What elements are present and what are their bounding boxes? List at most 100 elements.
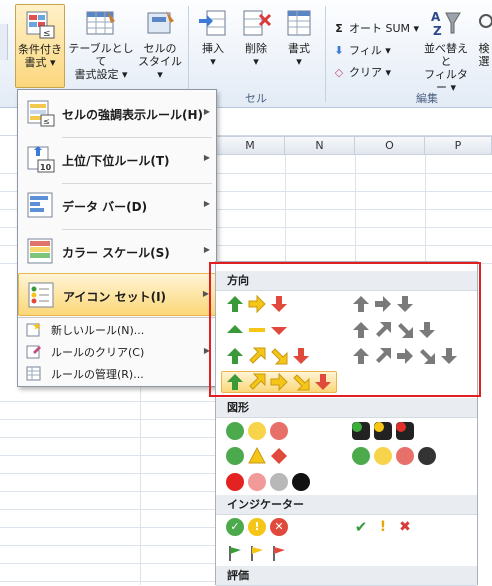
iconset-3-arrows-gray[interactable] <box>352 295 414 313</box>
format-cells-button[interactable]: 書式 ▾ <box>279 7 319 81</box>
triangle-down-red-icon <box>270 321 288 339</box>
arrow-right-gray-icon <box>396 347 414 365</box>
find-select-button[interactable]: 検 選 <box>476 7 492 89</box>
circle-red-icon <box>226 473 244 491</box>
arrow-down-right-gray-icon <box>396 321 414 339</box>
menu-item-label: セルの強調表示ルール(H) <box>62 108 204 122</box>
menu-item-new-rule[interactable]: 新しいルール(N)... <box>18 319 216 339</box>
column-header-p[interactable]: P <box>425 136 492 155</box>
iconset-3-arrows-colored[interactable] <box>226 294 288 314</box>
arrow-up-right-yellow-icon <box>248 347 266 365</box>
menu-item-color-scales[interactable]: カラー スケール(S) ▶ <box>18 230 216 274</box>
insert-cells-button[interactable]: 挿入 ▾ <box>193 7 233 81</box>
iconset-5-arrows-colored[interactable] <box>221 371 337 393</box>
fill-button[interactable]: ⬇ フィル ▾ <box>332 42 391 60</box>
clear-label: クリア ▾ <box>349 66 392 79</box>
new-rule-icon <box>26 321 42 337</box>
arrow-down-right-yellow-icon <box>292 373 310 391</box>
iconset-3-flags[interactable] <box>226 544 288 562</box>
svg-text:Z: Z <box>433 24 442 38</box>
menu-item-clear-rules[interactable]: ルールのクリア(C) ▶ <box>18 341 216 361</box>
menu-item-label: カラー スケール(S) <box>62 246 170 260</box>
iconset-3-signs[interactable] <box>226 446 288 465</box>
circle-black-icon <box>292 473 310 491</box>
submenu-arrow-icon: ▶ <box>203 199 210 208</box>
cell-styles-button[interactable]: セルの スタイル ▾ <box>136 7 184 89</box>
iconset-5-arrows-gray[interactable] <box>352 347 458 365</box>
circle-yellow-icon <box>374 447 392 465</box>
submenu-arrow-icon: ▶ <box>203 153 210 162</box>
delete-label: 削除 <box>245 42 267 55</box>
sort-filter-icon: AZ <box>430 7 462 39</box>
iconset-3-traffic-lights-rimmed[interactable] <box>352 422 414 440</box>
submenu-arrow-icon: ▶ <box>203 245 210 254</box>
section-header-ratings: 評価 <box>216 566 477 586</box>
iconset-3-traffic-lights[interactable] <box>226 422 288 440</box>
menu-item-manage-rules[interactable]: ルールの管理(R)... <box>18 363 216 383</box>
find-select-label: 検 <box>478 42 490 55</box>
menu-divider <box>18 317 216 318</box>
check-circle-icon: ✓ <box>226 518 244 536</box>
exclamation-circle-icon: ! <box>248 518 266 536</box>
exclamation-icon: ! <box>379 519 387 535</box>
highlight-cells-icon: ≤ <box>26 98 56 128</box>
arrow-right-gray-icon <box>374 295 392 313</box>
diamond-red-icon <box>270 447 288 465</box>
cell-styles-icon <box>144 7 176 39</box>
submenu-arrow-icon: ▶ <box>203 346 210 355</box>
cell-styles-label-2: スタイル ▾ <box>138 55 182 81</box>
arrow-down-gray-icon <box>396 295 414 313</box>
format-as-table-label-2: 書式設定 ▾ <box>74 68 128 81</box>
iconset-4-traffic-lights[interactable] <box>352 447 436 465</box>
iconset-3-symbols-circled[interactable]: ✓ ! ✕ <box>226 518 288 536</box>
autosum-button[interactable]: Σ オート SUM ▾ <box>332 20 419 38</box>
conditional-format-button[interactable]: ≤ 条件付き 書式 ▾ <box>15 4 65 88</box>
menu-item-top-bottom-rules[interactable]: 10 上位/下位ルール(T) ▶ <box>18 138 216 182</box>
delete-cells-button[interactable]: 削除 ▾ <box>236 7 276 81</box>
column-header-m[interactable]: M <box>215 136 285 155</box>
menu-item-label: 新しいルール(N)... <box>51 324 145 337</box>
sigma-icon: Σ <box>335 22 343 35</box>
menu-item-highlight-rules[interactable]: ≤ セルの強調表示ルール(H) ▶ <box>18 92 216 136</box>
manage-rules-icon <box>26 365 42 381</box>
arrow-up-right-gray-icon <box>374 347 392 365</box>
iconset-4-arrows-colored[interactable] <box>226 347 310 365</box>
circle-black-icon <box>418 447 436 465</box>
iconset-3-symbols[interactable]: ✔ ! ✖ <box>352 518 414 536</box>
arrow-up-green-icon <box>226 295 244 313</box>
conditional-format-icon: ≤ <box>24 8 56 40</box>
format-arrow-label: ▾ <box>296 55 302 68</box>
menu-item-label: ルールの管理(R)... <box>51 368 144 381</box>
arrow-up-right-gray-icon <box>374 321 392 339</box>
svg-text:≤: ≤ <box>43 29 51 39</box>
menu-item-label: ルールのクリア(C) <box>51 346 145 359</box>
clear-button[interactable]: ◇ クリア ▾ <box>332 64 391 82</box>
editing-group-label: 編集 <box>416 92 438 105</box>
conditional-format-label: 条件付き <box>18 43 62 56</box>
flag-red-icon <box>270 544 288 562</box>
x-circle-icon: ✕ <box>270 518 288 536</box>
iconset-3-triangles[interactable] <box>226 321 288 339</box>
color-scales-icon <box>26 236 56 266</box>
arrow-up-green-icon <box>226 373 244 391</box>
format-as-table-label: テーブルとして <box>68 42 134 68</box>
arrow-up-gray-icon <box>352 295 370 313</box>
ribbon-left-edge <box>0 24 8 60</box>
arrow-up-gray-icon <box>352 321 370 339</box>
autosum-label: オート SUM ▾ <box>349 22 420 35</box>
iconset-red-to-black[interactable] <box>226 473 310 491</box>
iconset-4-arrows-gray[interactable] <box>352 321 436 339</box>
svg-text:A: A <box>431 10 441 24</box>
menu-item-icon-sets[interactable]: アイコン セット(I) ▶ <box>18 273 216 316</box>
section-header-shapes: 図形 <box>216 398 477 418</box>
column-header-o[interactable]: O <box>355 136 425 155</box>
arrow-right-yellow-icon <box>248 294 266 314</box>
menu-item-data-bars[interactable]: データ バー(D) ▶ <box>18 184 216 228</box>
column-header-n[interactable]: N <box>285 136 355 155</box>
fill-label: フィル ▾ <box>349 44 391 57</box>
sort-filter-button[interactable]: AZ 並べ替えと フィルター ▾ <box>421 7 471 94</box>
data-bars-icon <box>26 190 56 220</box>
fill-down-icon: ⬇ <box>334 44 344 57</box>
format-as-table-button[interactable]: テーブルとして 書式設定 ▾ <box>68 7 134 89</box>
circle-green-icon <box>226 422 244 440</box>
